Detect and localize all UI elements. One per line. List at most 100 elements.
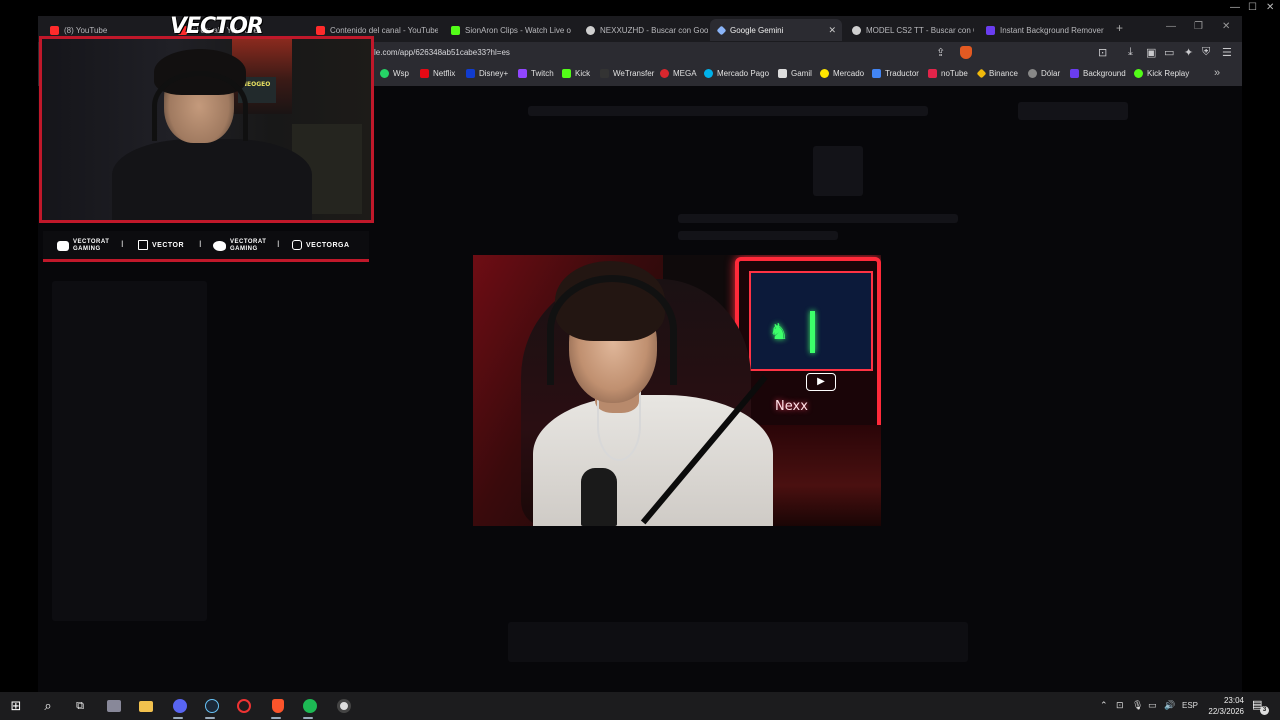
notube-icon — [928, 69, 937, 78]
window-close-icon[interactable]: ✕ — [1222, 21, 1230, 32]
twitch-icon — [518, 69, 527, 78]
app-icon-2[interactable] — [336, 698, 352, 714]
language-indicator[interactable]: ESP — [1182, 701, 1198, 710]
binance-icon — [976, 68, 987, 79]
bookmark-gamil[interactable]: Gamil — [778, 69, 812, 78]
brave-icon[interactable] — [270, 698, 286, 714]
tab-label: Contenido del canal - YouTube — [330, 25, 438, 35]
mercado-pago-icon — [704, 69, 713, 78]
bookmark-notube[interactable]: noTube — [928, 69, 968, 78]
bookmark-mercado[interactable]: Mercado — [820, 69, 864, 78]
bookmark-wetransfer[interactable]: WeTransfer — [600, 69, 654, 78]
social-line1: VECTOR — [152, 241, 185, 249]
active-indicator — [173, 717, 183, 719]
minimize-icon[interactable]: — — [1230, 2, 1240, 13]
bookmark-netflix[interactable]: Netflix — [420, 69, 455, 78]
brave-shield-icon[interactable] — [960, 46, 972, 59]
arcade-label: NEOGEO — [242, 81, 271, 88]
tab-google-search[interactable]: NEXXUZHD - Buscar con Goog — [578, 19, 708, 41]
faint-sidebar — [52, 281, 207, 621]
sidebar-icon[interactable]: ▣ — [1146, 46, 1156, 59]
faint-button — [1018, 102, 1128, 120]
bookmark-traductor[interactable]: Traductor — [872, 69, 919, 78]
bookmark-kick-replay[interactable]: Kick Replay — [1134, 69, 1189, 78]
bookmark-label: Kick — [575, 69, 591, 78]
active-indicator — [271, 717, 281, 719]
vpn-icon[interactable]: ⛨ — [1202, 46, 1210, 59]
bookmark-wsp[interactable]: Wsp — [380, 69, 409, 78]
netflix-icon — [420, 69, 429, 78]
bookmark-label: Gamil — [791, 69, 812, 78]
faint-text — [678, 231, 838, 240]
bookmark-disney[interactable]: Disney+ — [466, 69, 508, 78]
desktop: — ☐ ✕ (8) YouTube el canal - YouTube Con… — [0, 0, 1280, 720]
clock[interactable]: 23:04 22/3/2026 — [1198, 695, 1244, 717]
tab-label: MODEL CS2 TT - Buscar con G — [866, 25, 974, 35]
translate-icon — [872, 69, 881, 78]
search-icon[interactable]: ⌕ — [40, 698, 56, 714]
google-icon — [586, 25, 595, 35]
twitter-icon — [213, 241, 226, 251]
spotify-icon[interactable] — [302, 698, 318, 714]
microphone — [581, 468, 617, 526]
kick-icon — [1134, 69, 1143, 78]
menu-icon[interactable]: ☰ — [1222, 46, 1232, 59]
discord-icon[interactable] — [172, 698, 188, 714]
bookmark-label: Background — [1083, 69, 1126, 78]
leo-ai-icon[interactable]: ✦ — [1184, 46, 1193, 59]
bookmark-label: Twitch — [531, 69, 554, 78]
obs-icon[interactable] — [236, 698, 252, 714]
separator: I — [121, 239, 124, 249]
kick-icon — [451, 25, 460, 35]
bookmark-twitch[interactable]: Twitch — [518, 69, 554, 78]
file-explorer-icon[interactable] — [138, 698, 154, 714]
maximize-icon[interactable]: ☐ — [1248, 2, 1257, 13]
tab-label: NEXXUZHD - Buscar con Goog — [600, 25, 708, 35]
tray-app-icon[interactable]: ⊡ — [1116, 700, 1124, 711]
bookmark-background[interactable]: Background — [1070, 69, 1126, 78]
window-restore-icon[interactable]: ❐ — [1194, 21, 1203, 32]
background-remover-icon — [986, 25, 995, 35]
screenshot-icon[interactable]: ⊡ — [1098, 46, 1107, 59]
network-icon[interactable]: ▭ — [1148, 700, 1157, 711]
bookmark-label: Binance — [989, 69, 1018, 78]
mega-icon — [660, 69, 669, 78]
instagram-icon — [292, 240, 302, 250]
bookmark-mega[interactable]: MEGA — [660, 69, 697, 78]
task-view-icon[interactable]: ⧉ — [72, 698, 88, 714]
new-tab-button[interactable]: + — [1116, 21, 1123, 35]
video-player[interactable]: ♞ ▶ Nexx — [473, 255, 881, 526]
clock-time: 23:04 — [1223, 696, 1244, 705]
microphone-icon[interactable]: 🎙 — [1132, 700, 1143, 711]
neon-bar — [810, 311, 815, 353]
windows-start-icon[interactable]: ⊞ — [8, 698, 24, 714]
bookmark-kick[interactable]: Kick — [562, 69, 590, 78]
streamer-logo: VECTOR — [170, 14, 264, 39]
volume-icon[interactable]: 🔊 — [1164, 700, 1175, 711]
steam-icon[interactable] — [204, 698, 220, 714]
social-youtube: VECTORAT GAMING — [57, 239, 109, 253]
bookmark-dolar[interactable]: Dólar — [1028, 69, 1060, 78]
more-bookmarks-icon[interactable]: » — [1214, 67, 1220, 79]
close-tab-icon[interactable]: ✕ — [828, 25, 836, 36]
close-icon[interactable]: ✕ — [1266, 2, 1274, 13]
chevron-up-icon[interactable]: ⌃ — [1100, 700, 1108, 711]
tab-gemini[interactable]: Google Gemini ✕ — [710, 19, 842, 41]
tab-google-search-2[interactable]: MODEL CS2 TT - Buscar con G — [844, 19, 974, 41]
app-icon[interactable] — [106, 698, 122, 714]
youtube-icon — [57, 241, 69, 251]
bookmark-binance[interactable]: Binance — [976, 68, 1018, 79]
social-line2: GAMING — [73, 246, 101, 252]
download-icon[interactable]: ⤓ — [1128, 46, 1133, 59]
share-icon[interactable]: ⇪ — [936, 46, 945, 59]
tab-background-remover[interactable]: Instant Background Remover — [978, 19, 1108, 41]
google-icon — [852, 25, 861, 35]
faint-image — [813, 146, 863, 196]
tab-kick-clips[interactable]: SionAron Clips - Watch Live o — [443, 19, 573, 41]
window-minimize-icon[interactable]: — — [1166, 21, 1176, 32]
social-line1: VECTORAT — [73, 239, 110, 245]
bookmark-mercado-pago[interactable]: Mercado Pago — [704, 69, 769, 78]
wallet-icon[interactable]: ▭ — [1164, 46, 1174, 59]
play-icon[interactable]: ▶ — [806, 373, 836, 391]
url-field[interactable]: le.com/app/626348ab51cabe33?hl=es — [374, 48, 510, 57]
